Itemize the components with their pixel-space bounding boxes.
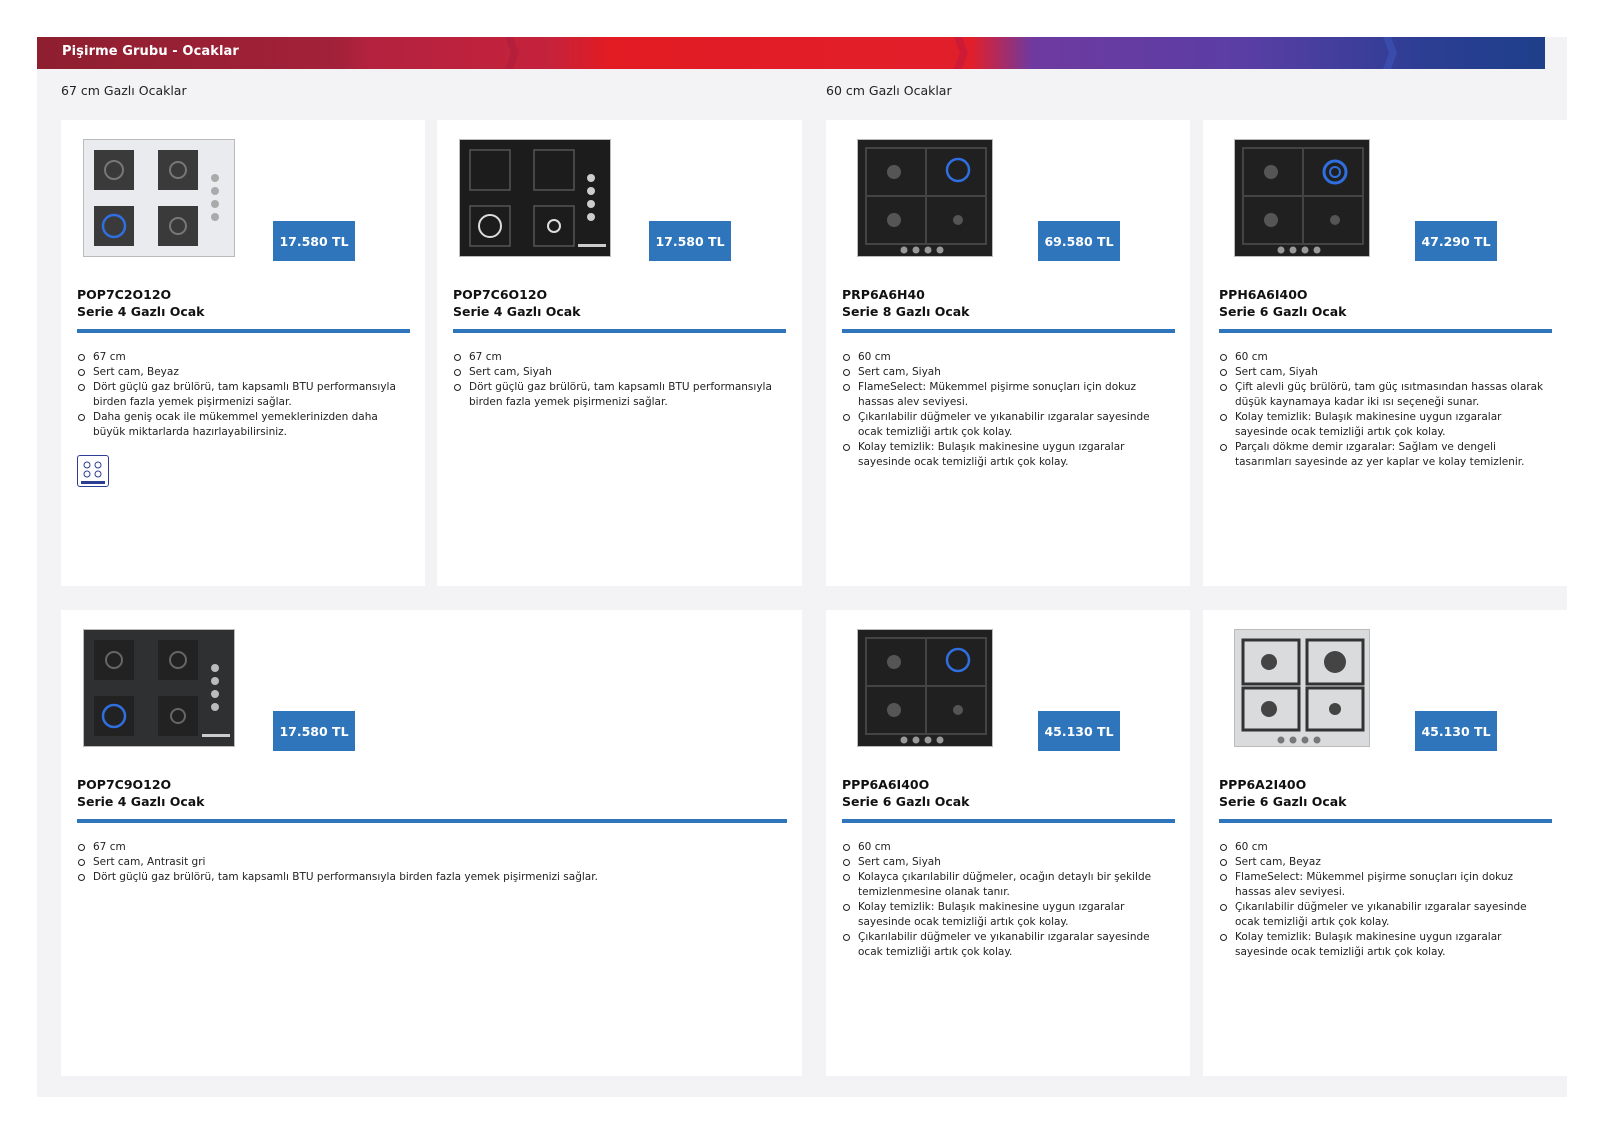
feature-item: Dört güçlü gaz brülörü, tam kapsamlı BTU… [453, 380, 773, 410]
feature-item: 60 cm [842, 840, 1172, 855]
divider [77, 329, 410, 333]
product-model: PPP6A2I40O [1219, 777, 1307, 792]
feature-list: 67 cm Sert cam, Siyah Dört güçlü gaz brü… [453, 350, 773, 410]
feature-item: 60 cm [1219, 350, 1549, 365]
feature-item: Kolay temizlik: Bulaşık makinesine uygun… [842, 440, 1172, 470]
feature-item: 67 cm [77, 350, 397, 365]
feature-list: 67 cm Sert cam, Beyaz Dört güçlü gaz brü… [77, 350, 397, 440]
product-image [857, 139, 993, 257]
wok-cooking-badge-icon [77, 455, 109, 487]
feature-item: Sert cam, Siyah [842, 855, 1172, 870]
page-title: Pişirme Grubu - Ocaklar [62, 44, 239, 59]
feature-item: Kolay temizlik: Bulaşık makinesine uygun… [842, 900, 1172, 930]
product-card[interactable]: 17.580 TL POP7C6O12O Serie 4 Gazlı Ocak … [437, 120, 802, 586]
divider [1219, 329, 1552, 333]
header-banner: Pişirme Grubu - Ocaklar [37, 37, 1545, 69]
feature-item: 60 cm [842, 350, 1172, 365]
feature-item: 67 cm [453, 350, 773, 365]
feature-item: Kolay temizlik: Bulaşık makinesine uygun… [1219, 410, 1549, 440]
feature-item: Dört güçlü gaz brülörü, tam kapsamlı BTU… [77, 870, 777, 885]
product-card[interactable]: 69.580 TL PRP6A6H40 Serie 8 Gazlı Ocak 6… [826, 120, 1190, 586]
price-tag: 17.580 TL [273, 711, 355, 751]
product-image [83, 629, 235, 747]
price-tag: 47.290 TL [1415, 221, 1497, 261]
product-model: PRP6A6H40 [842, 287, 925, 302]
feature-item: Sert cam, Siyah [1219, 365, 1549, 380]
feature-item: Kolay temizlik: Bulaşık makinesine uygun… [1219, 930, 1549, 960]
divider [842, 329, 1175, 333]
feature-item: FlameSelect: Mükemmel pişirme sonuçları … [842, 380, 1172, 410]
feature-item: Kolayca çıkarılabilir düğmeler, ocağın d… [842, 870, 1172, 900]
product-image [1234, 629, 1370, 747]
feature-list: 60 cm Sert cam, Beyaz FlameSelect: Mükem… [1219, 840, 1549, 960]
product-image [83, 139, 235, 257]
product-series: Serie 6 Gazlı Ocak [1219, 304, 1347, 319]
banner-chevron-icon [954, 37, 968, 69]
feature-item: FlameSelect: Mükemmel pişirme sonuçları … [1219, 870, 1549, 900]
banner-chevron-icon [1383, 37, 1397, 69]
feature-item: Sert cam, Beyaz [77, 365, 397, 380]
product-image [459, 139, 611, 257]
feature-list: 60 cm Sert cam, Siyah FlameSelect: Mükem… [842, 350, 1172, 470]
product-series: Serie 4 Gazlı Ocak [77, 794, 205, 809]
feature-item: Çıkarılabilir düğmeler ve yıkanabilir ız… [842, 930, 1172, 960]
divider [77, 819, 787, 823]
feature-item: Parçalı dökme demir ızgaralar: Sağlam ve… [1219, 440, 1549, 470]
product-series: Serie 6 Gazlı Ocak [1219, 794, 1347, 809]
divider [1219, 819, 1552, 823]
price-tag: 69.580 TL [1038, 221, 1120, 261]
feature-item: Çıkarılabilir düğmeler ve yıkanabilir ız… [842, 410, 1172, 440]
product-series: Serie 4 Gazlı Ocak [77, 304, 205, 319]
feature-item: Dört güçlü gaz brülörü, tam kapsamlı BTU… [77, 380, 397, 410]
product-card[interactable]: 45.130 TL PPP6A2I40O Serie 6 Gazlı Ocak … [1203, 610, 1567, 1076]
price-tag: 45.130 TL [1415, 711, 1497, 751]
divider [453, 329, 786, 333]
banner-chevron-icon [505, 37, 519, 69]
product-series: Serie 4 Gazlı Ocak [453, 304, 581, 319]
product-model: PPP6A6I40O [842, 777, 930, 792]
product-model: POP7C2O12O [77, 287, 172, 302]
product-card[interactable]: 17.580 TL POP7C9O12O Serie 4 Gazlı Ocak … [61, 610, 802, 1076]
feature-item: 67 cm [77, 840, 777, 855]
product-card[interactable]: 45.130 TL PPP6A6I40O Serie 6 Gazlı Ocak … [826, 610, 1190, 1076]
product-image [1234, 139, 1370, 257]
product-model: PPH6A6I40O [1219, 287, 1308, 302]
product-series: Serie 8 Gazlı Ocak [842, 304, 970, 319]
price-tag: 45.130 TL [1038, 711, 1120, 751]
divider [842, 819, 1175, 823]
feature-list: 67 cm Sert cam, Antrasit gri Dört güçlü … [77, 840, 777, 885]
feature-item: Çift alevli güç brülörü, tam güç ısıtmas… [1219, 380, 1549, 410]
product-card[interactable]: 17.580 TL POP7C2O12O Serie 4 Gazlı Ocak … [61, 120, 425, 586]
feature-item: Sert cam, Antrasit gri [77, 855, 777, 870]
product-image [857, 629, 993, 747]
product-card[interactable]: 47.290 TL PPH6A6I40O Serie 6 Gazlı Ocak … [1203, 120, 1567, 586]
feature-item: Sert cam, Beyaz [1219, 855, 1549, 870]
feature-item: Daha geniş ocak ile mükemmel yemeklerini… [77, 410, 397, 440]
feature-item: Sert cam, Siyah [842, 365, 1172, 380]
feature-list: 60 cm Sert cam, Siyah Kolayca çıkarılabi… [842, 840, 1172, 960]
price-tag: 17.580 TL [273, 221, 355, 261]
feature-item: Çıkarılabilir düğmeler ve yıkanabilir ız… [1219, 900, 1549, 930]
product-model: POP7C6O12O [453, 287, 548, 302]
section-title-67cm: 67 cm Gazlı Ocaklar [61, 83, 187, 98]
section-title-60cm: 60 cm Gazlı Ocaklar [826, 83, 952, 98]
feature-item: Sert cam, Siyah [453, 365, 773, 380]
price-tag: 17.580 TL [649, 221, 731, 261]
product-series: Serie 6 Gazlı Ocak [842, 794, 970, 809]
feature-list: 60 cm Sert cam, Siyah Çift alevli güç br… [1219, 350, 1549, 470]
product-model: POP7C9O12O [77, 777, 172, 792]
feature-item: 60 cm [1219, 840, 1549, 855]
